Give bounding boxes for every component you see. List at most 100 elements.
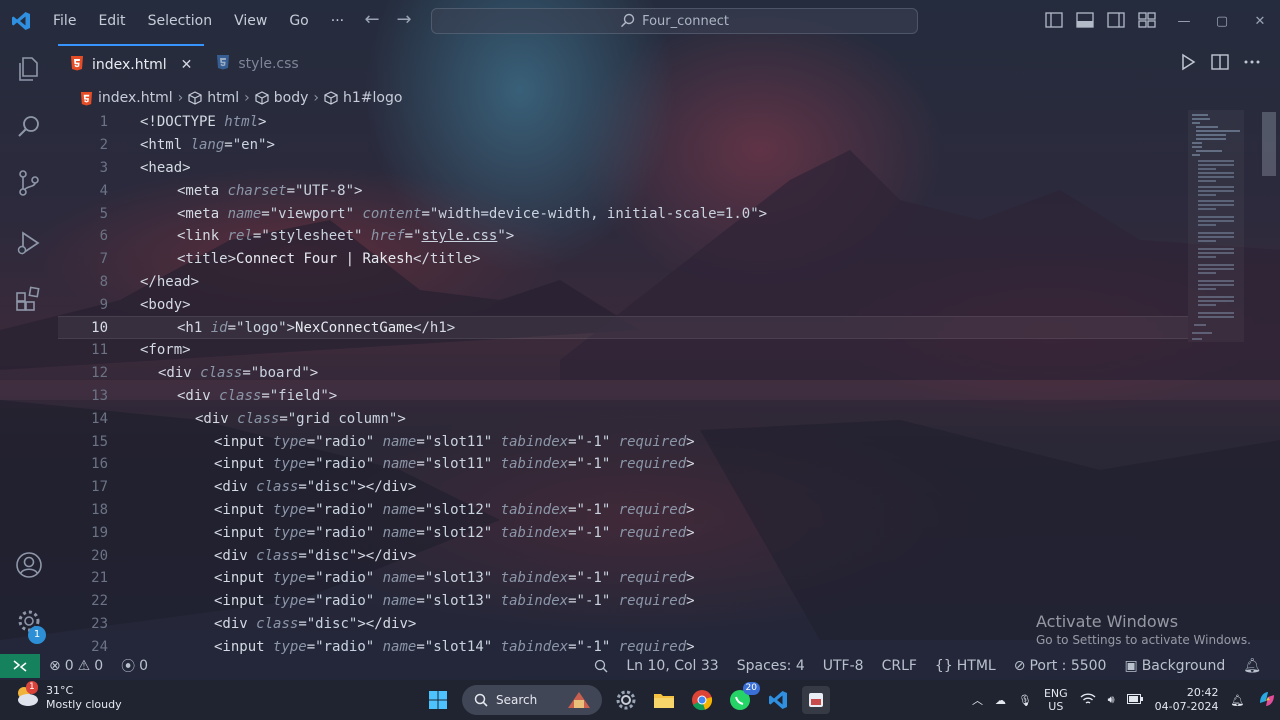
line-endings[interactable]: CRLF [873, 654, 926, 678]
stylesheet-link[interactable]: style.css [422, 228, 498, 244]
image-icon: ▣ [1124, 658, 1138, 674]
code-line[interactable]: 18 <input type="radio" name="slot12" tabi… [58, 499, 1188, 522]
code-line[interactable]: 9 <body> [58, 293, 1188, 316]
encoding[interactable]: UTF-8 [814, 654, 873, 678]
explorer-icon[interactable] [14, 54, 44, 84]
background-extension[interactable]: ▣ Background [1115, 654, 1234, 678]
forward-arrow-icon[interactable]: → [394, 10, 414, 30]
code-line[interactable]: 4 <meta charset="UTF-8"> [58, 179, 1188, 202]
menu-go[interactable]: Go [278, 0, 319, 42]
code-line[interactable]: 19 <input type="radio" name="slot12" tabi… [58, 521, 1188, 544]
code-line[interactable]: 13 <div class="field"> [58, 385, 1188, 408]
volume-icon[interactable]: 🔊︎ [1108, 693, 1115, 707]
code-line[interactable]: 1 <!DOCTYPE html> [58, 111, 1188, 134]
microphone-icon[interactable]: 🎙︎ [1018, 694, 1032, 707]
line-number: 24 [91, 638, 108, 654]
code-line[interactable]: 12 <div class="board"> [58, 362, 1188, 385]
maximize-icon[interactable]: ▢ [1203, 0, 1241, 42]
customize-layout-icon[interactable] [1137, 10, 1157, 30]
menu-view[interactable]: View [223, 0, 278, 42]
weather-widget[interactable]: 1 31°C Mostly cloudy [14, 681, 122, 712]
battery-icon[interactable] [1126, 693, 1143, 707]
code-line[interactable]: 17 <div class="disc"></div> [58, 476, 1188, 499]
vscode-taskbar-icon[interactable] [764, 686, 792, 714]
account-icon[interactable] [14, 550, 44, 580]
code-line[interactable]: 16 <input type="radio" name="slot11" tabi… [58, 453, 1188, 476]
error-icon: ⊗ [49, 658, 61, 674]
code-line[interactable]: 6 <link rel="stylesheet" href="style.css"… [58, 225, 1188, 248]
notifications-icon[interactable]: 🔔︎ [1231, 694, 1245, 707]
minimize-icon[interactable]: — [1165, 0, 1203, 42]
element-cube-icon [324, 91, 338, 105]
tab-style-css[interactable]: style.css [204, 44, 310, 84]
more-actions-icon[interactable] [1242, 52, 1262, 72]
toggle-panel-icon[interactable] [1075, 10, 1095, 30]
source-control-icon[interactable] [14, 168, 44, 198]
breadcrumb-file[interactable]: index.html [80, 90, 173, 106]
problems-indicator[interactable]: ⊗ 0 ⚠ 0 [40, 654, 112, 678]
copilot-icon[interactable] [1257, 689, 1277, 712]
remote-indicator-icon[interactable] [0, 654, 40, 678]
toggle-secondary-sidebar-icon[interactable] [1106, 10, 1126, 30]
indentation[interactable]: Spaces: 4 [728, 654, 814, 678]
code-line[interactable]: 11 <form> [58, 339, 1188, 362]
code-line[interactable]: 7 <title>Connect Four | Rakesh</title> [58, 248, 1188, 271]
menu-file[interactable]: File [42, 0, 87, 42]
code-line[interactable]: 3 <head> [58, 157, 1188, 180]
menu-edit[interactable]: Edit [87, 0, 136, 42]
split-editor-icon[interactable] [1210, 52, 1230, 72]
code-line[interactable]: 21 <input type="radio" name="slot13" tabi… [58, 567, 1188, 590]
breadcrumb-h1-logo[interactable]: h1#logo [324, 90, 402, 106]
system-tray: ︿ ☁ 🎙︎ ENG US 🔊︎ 20:42 04-07-2024 🔔︎ [972, 684, 1277, 716]
close-tab-icon[interactable]: ✕ [181, 57, 193, 73]
code-editor[interactable]: 1 <!DOCTYPE html> 2 <html lang="en"> 3 <hea… [58, 110, 1188, 654]
code-line[interactable]: 14 <div class="grid column"> [58, 407, 1188, 430]
onedrive-cloud-icon[interactable]: ☁ [995, 694, 1006, 707]
code-line[interactable]: 20 <div class="disc"></div> [58, 544, 1188, 567]
vertical-scrollbar-thumb[interactable] [1262, 112, 1276, 176]
settings-app-icon[interactable] [612, 686, 640, 714]
wifi-icon[interactable] [1080, 692, 1096, 709]
cursor-position[interactable]: Ln 10, Col 33 [617, 654, 727, 678]
whatsapp-badge: 20 [742, 682, 760, 695]
file-explorer-icon[interactable] [650, 686, 678, 714]
chrome-icon[interactable] [688, 686, 716, 714]
zoom-icon[interactable] [585, 654, 617, 678]
command-center-search[interactable]: Four_connect [431, 8, 918, 34]
minimap[interactable] [1188, 110, 1244, 350]
run-and-debug-icon[interactable] [14, 228, 44, 258]
code-line[interactable]: 8 </head> [58, 271, 1188, 294]
breadcrumb-body[interactable]: body [255, 90, 308, 106]
code-line[interactable]: 5 <meta name="viewport" content="width=de… [58, 202, 1188, 225]
toggle-primary-sidebar-icon[interactable] [1044, 10, 1064, 30]
extensions-icon[interactable] [14, 284, 44, 314]
language-indicator[interactable]: ENG US [1044, 687, 1068, 713]
taskbar-search[interactable]: Search [462, 685, 602, 715]
language-mode[interactable]: {} HTML [926, 654, 1005, 678]
close-icon[interactable]: ✕ [1241, 0, 1279, 42]
tab-index-html[interactable]: index.html ✕ [58, 44, 205, 84]
code-line-current[interactable]: 10 <h1 id="logo">NexConnectGame</h1> [58, 316, 1188, 339]
code-line[interactable]: 23 <div class="disc"></div> [58, 613, 1188, 636]
clock[interactable]: 20:42 04-07-2024 [1155, 686, 1219, 714]
menu-more[interactable]: ··· [320, 0, 355, 42]
breadcrumb-html[interactable]: html [188, 90, 239, 106]
line-number: 2 [99, 137, 108, 154]
line-number: 10 [91, 319, 108, 336]
snipping-tool-icon[interactable] [802, 686, 830, 714]
menu-selection[interactable]: Selection [137, 0, 224, 42]
menu-bar: File Edit Selection View Go ··· [42, 0, 355, 42]
code-line[interactable]: 15 <input type="radio" name="slot11" tabi… [58, 430, 1188, 453]
search-icon[interactable] [14, 112, 44, 142]
code-line[interactable]: 22 <input type="radio" name="slot13" tabi… [58, 590, 1188, 613]
ports-indicator[interactable]: ⦿ 0 [112, 654, 157, 678]
chevron-up-icon[interactable]: ︿ [972, 692, 983, 708]
windows-start-icon[interactable] [424, 686, 452, 714]
code-line[interactable]: 2 <html lang="en"> [58, 134, 1188, 157]
back-arrow-icon[interactable]: ← [362, 10, 382, 30]
live-server-port[interactable]: ⊘ Port : 5500 [1005, 654, 1116, 678]
whatsapp-icon[interactable]: 20 [726, 682, 760, 714]
code-line[interactable]: 24 <input type="radio" name="slot14" tabi… [58, 635, 1188, 654]
run-icon[interactable] [1178, 52, 1198, 72]
notifications-bell-icon[interactable]: 🔔︎ [1234, 654, 1270, 678]
